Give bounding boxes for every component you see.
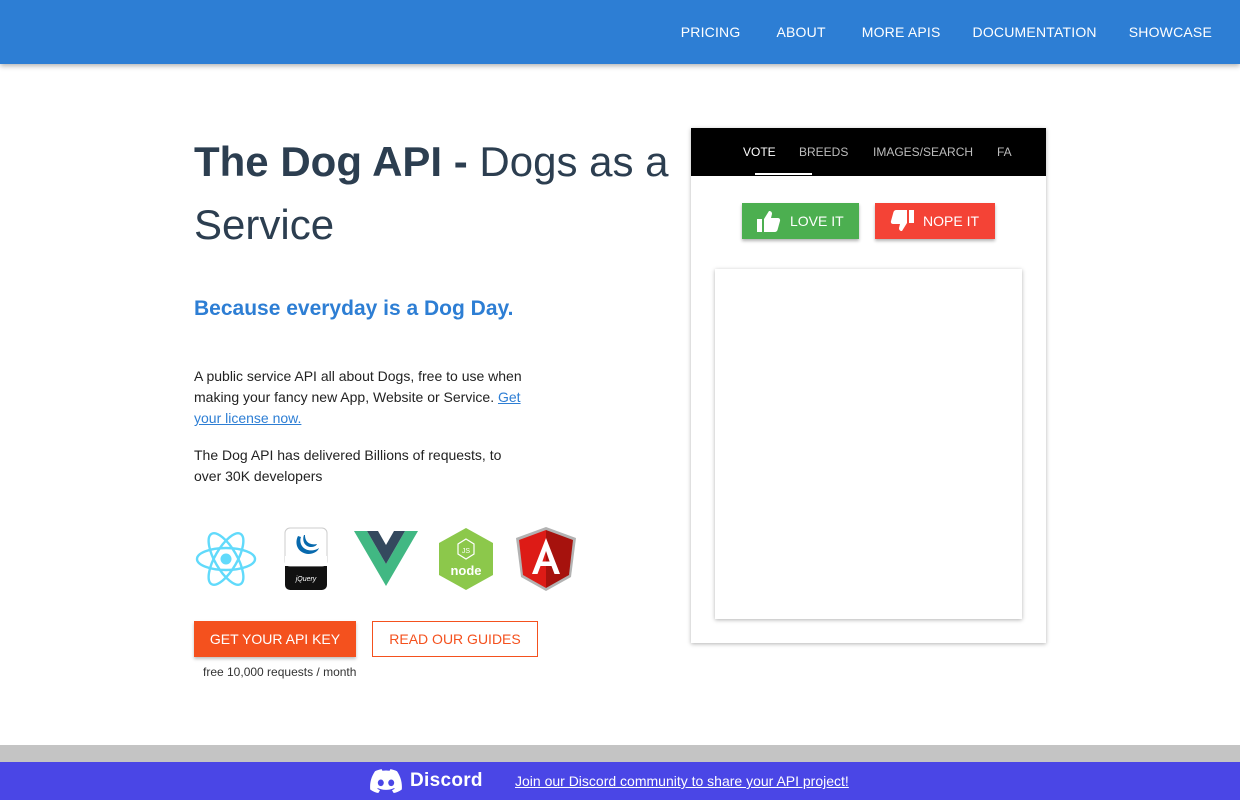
tab-favourites[interactable]: FA: [997, 145, 1012, 159]
love-it-label: LOVE IT: [790, 213, 844, 229]
hero-description-text: A public service API all about Dogs, fre…: [194, 368, 522, 405]
active-tab-indicator: [755, 173, 812, 175]
get-api-key-button[interactable]: GET YOUR API KEY: [194, 621, 356, 657]
nope-it-button[interactable]: NOPE IT: [875, 203, 995, 239]
svg-text:node: node: [450, 563, 481, 578]
tab-vote[interactable]: VOTE: [743, 145, 776, 159]
nav-about-link[interactable]: ABOUT: [776, 24, 825, 40]
discord-logo[interactable]: Discord: [370, 769, 483, 793]
tab-images-search[interactable]: IMAGES/SEARCH: [873, 145, 973, 159]
nav-showcase-link[interactable]: SHOWCASE: [1129, 24, 1212, 40]
svg-text:JS: JS: [462, 548, 471, 555]
vue-logo-icon: [354, 526, 418, 592]
nodejs-logo-icon: JS node: [434, 526, 498, 592]
usage-stats: The Dog API has delivered Billions of re…: [194, 447, 502, 484]
footer-divider: [0, 745, 1240, 762]
thumbs-up-icon: [757, 210, 781, 232]
nav-documentation-link[interactable]: DOCUMENTATION: [973, 24, 1097, 40]
page-title: The Dog API - Dogs as a Service: [194, 130, 684, 256]
love-it-button[interactable]: LOVE IT: [742, 203, 859, 239]
discord-community-link[interactable]: Join our Discord community to share your…: [515, 773, 849, 789]
hero-description: A public service API all about Dogs, fre…: [194, 366, 534, 429]
tagline: Because everyday is a Dog Day.: [194, 297, 514, 320]
angular-logo-icon: [514, 526, 578, 592]
demo-tabs: VOTE BREEDS IMAGES/SEARCH FA: [691, 128, 1046, 176]
discord-icon: [370, 769, 402, 793]
nav-pricing-link[interactable]: PRICING: [681, 24, 741, 40]
page-title-bold: The Dog API -: [194, 138, 468, 185]
tab-breeds[interactable]: BREEDS: [799, 145, 848, 159]
svg-text:jQuery: jQuery: [295, 576, 317, 583]
dog-image-frame: [715, 269, 1022, 619]
nope-it-label: NOPE IT: [923, 213, 980, 229]
jquery-logo-icon: jQuery: [274, 526, 338, 592]
top-nav-bar: PRICING ABOUT MORE APIS DOCUMENTATION SH…: [0, 0, 1240, 64]
thumbs-down-icon: [890, 210, 914, 232]
discord-wordmark: Discord: [410, 770, 483, 791]
discord-banner: Discord Join our Discord community to sh…: [0, 762, 1240, 800]
main-nav: PRICING ABOUT MORE APIS DOCUMENTATION SH…: [681, 0, 1212, 64]
react-logo-icon: [194, 526, 258, 592]
demo-panel: VOTE BREEDS IMAGES/SEARCH FA LOVE IT NOP…: [691, 128, 1046, 643]
nav-more-apis-link[interactable]: MORE APIS: [862, 24, 941, 40]
free-requests-note: free 10,000 requests / month: [203, 665, 357, 679]
read-guides-button[interactable]: READ OUR GUIDES: [372, 621, 538, 657]
